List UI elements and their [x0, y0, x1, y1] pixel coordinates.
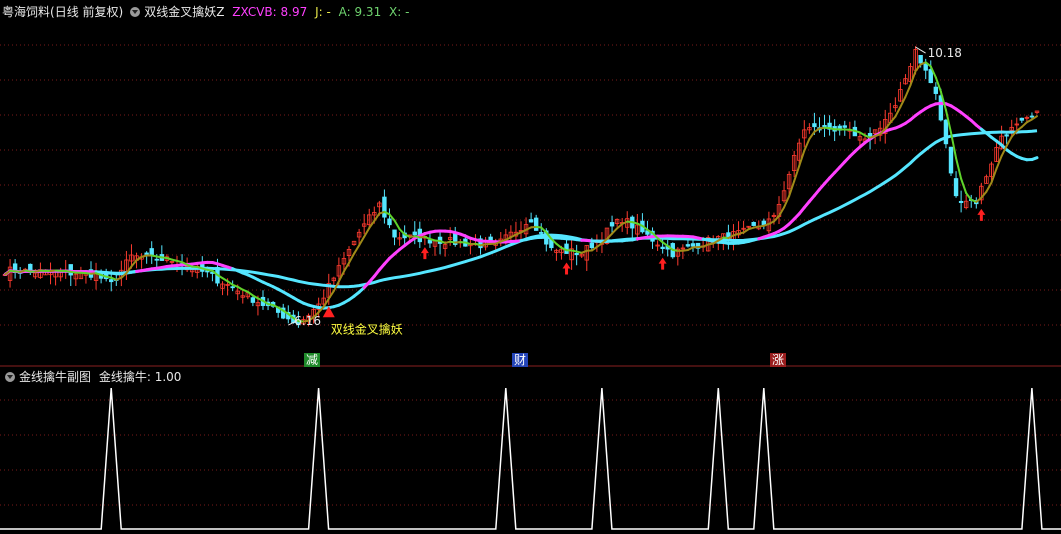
sub-indicator-line	[0, 387, 1061, 530]
short-line-segment	[1020, 121, 1028, 128]
candle-body	[918, 55, 923, 64]
candle-body	[751, 221, 756, 226]
badge-wealth: 财	[512, 353, 529, 367]
short-line-segment	[904, 84, 912, 98]
candle-body	[690, 243, 696, 247]
candle-body	[533, 217, 539, 231]
short-line-segment	[358, 235, 366, 247]
short-line-segment	[914, 63, 922, 73]
slow-ma-line	[4, 129, 1038, 289]
short-line-segment	[783, 195, 791, 209]
candle-body	[149, 248, 154, 256]
candle-body	[933, 86, 939, 94]
candle-body	[943, 119, 949, 145]
short-line-segment	[798, 149, 806, 167]
short-line-segment	[393, 219, 401, 231]
buy-arrow-marker	[562, 262, 571, 275]
short-line-segment	[965, 192, 973, 201]
candle-body	[958, 200, 964, 203]
low-price-label: 6.16	[294, 314, 321, 328]
short-line-segment	[606, 232, 614, 240]
candle-body	[685, 244, 691, 247]
candle-body	[609, 222, 615, 227]
short-line-segment	[611, 227, 619, 235]
short-line-segment	[955, 157, 963, 180]
short-line-segment	[363, 227, 371, 238]
short-line-segment	[540, 226, 548, 234]
sub-panel-header: 金线擒牛副图 金线擒牛: 1.00	[2, 369, 185, 385]
candle-body	[1029, 115, 1035, 118]
buy-arrow-marker	[977, 208, 986, 221]
candle-body	[1004, 134, 1009, 137]
candle-body	[812, 123, 817, 128]
short-line-segment	[353, 244, 361, 255]
short-line-segment	[327, 289, 335, 300]
short-line-segment	[808, 130, 816, 141]
period-mode: (日线 前复权)	[50, 5, 124, 19]
chart-canvas: 10.18 6.16 双线金叉擒妖	[0, 44, 1061, 530]
candle-body	[660, 246, 665, 250]
candle-body	[392, 229, 397, 238]
x-value: X: -	[389, 5, 410, 19]
short-line-segment	[985, 181, 993, 193]
short-line-segment	[980, 190, 988, 199]
candle-body	[539, 232, 544, 234]
signal-label: 双线金叉擒妖	[331, 321, 403, 336]
short-line	[4, 61, 1038, 323]
short-line-segment	[909, 70, 917, 87]
candle-body	[427, 239, 433, 244]
main-panel-header: 粤海饲料(日线 前复权) 双线金叉擒妖Z ZXCVB: 8.97 J: - A: …	[2, 4, 413, 20]
candle-body	[144, 252, 149, 255]
candlesticks	[2, 46, 1040, 328]
dropdown-icon[interactable]	[130, 7, 141, 17]
sub-indicator-value: 金线擒牛: 1.00	[98, 370, 182, 384]
candle-body	[822, 125, 827, 128]
indicator-name[interactable]: 双线金叉擒妖Z	[144, 5, 224, 19]
short-line-segment	[894, 105, 902, 118]
candle-body	[387, 218, 392, 226]
short-line-segment	[778, 206, 786, 217]
candle-body	[948, 146, 954, 174]
j-value: J: -	[315, 5, 331, 19]
a-value: A: 9.31	[338, 5, 382, 19]
candle-body	[382, 196, 387, 218]
short-line-segment	[899, 95, 907, 108]
fast-ma-segment	[1030, 156, 1039, 162]
candle-body	[230, 286, 235, 289]
candle-body	[109, 279, 114, 283]
candle-body	[953, 178, 959, 197]
price-annotations: 10.18 6.16 双线金叉擒妖	[294, 46, 962, 336]
short-line-segment	[990, 167, 998, 184]
short-line-segment	[803, 138, 811, 152]
short-line-segment	[889, 115, 897, 124]
candle-body	[589, 242, 595, 249]
short-line-segment	[398, 228, 406, 236]
badge-rise: 涨	[770, 353, 787, 367]
buy-arrow-marker	[420, 247, 429, 260]
high-price-label: 10.18	[928, 46, 962, 60]
candle-body	[412, 231, 417, 236]
zxcvb-value: ZXCVB: 8.97	[232, 5, 308, 19]
candle-body	[250, 297, 256, 303]
short-line-segment	[995, 155, 1003, 170]
stock-name[interactable]: 粤海饲料	[2, 5, 50, 19]
candle-body	[68, 264, 73, 276]
candle-body	[1019, 117, 1025, 121]
candle-body	[574, 252, 579, 256]
short-line-segment	[793, 164, 801, 183]
short-line-segment	[960, 177, 968, 195]
dropdown-icon[interactable]	[5, 372, 15, 382]
candle-body	[154, 258, 159, 261]
short-line-segment	[348, 252, 356, 264]
grid-lines	[0, 44, 1061, 506]
short-line-segment	[1005, 135, 1013, 147]
badge-reduce: 减	[304, 353, 321, 367]
candle-body	[528, 219, 534, 223]
short-line-segment	[616, 222, 624, 230]
buy-arrow-marker	[658, 257, 667, 270]
sub-indicator-name[interactable]: 金线擒牛副图	[19, 370, 91, 384]
candle-body	[842, 125, 847, 128]
short-line-segment	[322, 297, 330, 308]
